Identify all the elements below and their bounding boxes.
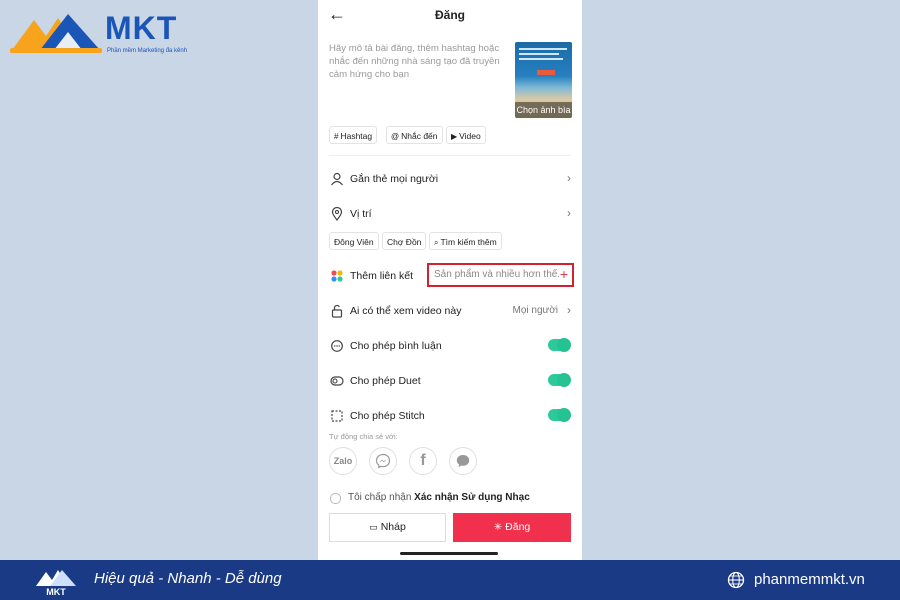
draft-icon: ▭: [369, 522, 378, 532]
hashtag-icon: #: [334, 132, 339, 141]
allow-stitch-row: Cho phép Stitch: [318, 404, 582, 428]
tag-people-label: Gắn thẻ mọi người: [350, 173, 439, 185]
mkt-footer-logo-icon: MKT: [36, 570, 76, 596]
search-more-label: Tìm kiếm thêm: [440, 237, 497, 247]
search-more-chip[interactable]: ⌕ Tìm kiếm thêm: [429, 232, 502, 250]
search-icon: ⌕: [434, 238, 439, 247]
footer-slogan: Hiệu quả - Nhanh - Dễ dùng: [94, 570, 282, 587]
hashtag-chip[interactable]: # Hashtag: [329, 126, 378, 144]
colorful-dots-icon: [330, 269, 344, 283]
chevron-right-icon: ›: [567, 303, 571, 317]
allow-duet-toggle[interactable]: [548, 373, 571, 387]
allow-duet-label: Cho phép Duet: [350, 375, 421, 387]
location-row[interactable]: Vị trí ›: [318, 202, 582, 226]
plus-icon: +: [559, 266, 568, 282]
brand-tagline: Phần mềm Marketing đa kênh: [107, 48, 188, 54]
video-icon: ▶: [451, 132, 458, 141]
allow-stitch-label: Cho phép Stitch: [350, 410, 425, 422]
cover-thumbnail[interactable]: Chọn ảnh bìa: [515, 42, 572, 118]
draft-button[interactable]: ▭ Nháp: [329, 513, 446, 542]
hashtag-label: Hashtag: [340, 131, 373, 141]
location-label: Vị trí: [350, 208, 372, 220]
mkt-logo: MKT Phần mềm Marketing đa kênh: [10, 8, 200, 58]
location-pin-icon: [330, 206, 344, 221]
agreement-prefix: Tôi chấp nhận: [348, 492, 415, 503]
allow-comments-label: Cho phép bình luận: [350, 340, 442, 352]
comment-icon: [330, 339, 344, 353]
add-link-highlight[interactable]: Sản phẩm và nhiều hơn thế. +: [427, 263, 574, 287]
mention-icon: @: [391, 132, 400, 141]
chevron-right-icon: ›: [567, 206, 571, 220]
home-indicator: [400, 552, 498, 555]
header: ← Đăng: [318, 0, 582, 30]
mention-label: Nhắc đến: [401, 131, 438, 141]
choose-cover-label[interactable]: Chọn ảnh bìa: [515, 102, 572, 118]
description-input[interactable]: Hãy mô tả bài đăng, thêm hashtag hoặc nh…: [329, 42, 509, 81]
allow-duet-row: Cho phép Duet: [318, 369, 582, 393]
who-can-view-value: Mọi người: [512, 305, 559, 316]
post-label: Đăng: [505, 521, 531, 533]
who-can-view-label: Ai có thể xem video này: [350, 305, 462, 317]
allow-stitch-toggle[interactable]: [548, 408, 571, 422]
website-link[interactable]: phanmemmkt.vn: [754, 571, 865, 588]
globe-icon: [727, 571, 745, 589]
zalo-share-button[interactable]: Zalo: [329, 447, 357, 475]
video-label: Video: [459, 131, 481, 141]
add-link-label: Thêm liên kết: [350, 270, 414, 282]
message-icon[interactable]: [449, 447, 477, 475]
person-icon: [330, 172, 344, 186]
mention-chip[interactable]: @ Nhắc đến: [386, 126, 443, 144]
auto-share-label: Tự động chia sẻ với:: [329, 432, 398, 441]
stitch-icon: [330, 409, 344, 423]
messenger-icon[interactable]: [369, 447, 397, 475]
add-link-value: Sản phẩm và nhiều hơn thế.: [434, 269, 561, 280]
facebook-icon[interactable]: f: [409, 447, 437, 475]
draft-label: Nháp: [380, 521, 406, 533]
location-chip[interactable]: Đông Viên: [329, 232, 379, 250]
unlock-icon: [330, 304, 344, 318]
music-agreement-radio[interactable]: [330, 493, 341, 504]
location-chip[interactable]: Chợ Đồn: [382, 232, 427, 250]
post-button[interactable]: ✳ Đăng: [453, 513, 571, 542]
allow-comments-row: Cho phép bình luận: [318, 334, 582, 358]
divider: [329, 155, 571, 156]
footer-banner: MKT Hiệu quả - Nhanh - Dễ dùng phanmemmk…: [0, 560, 900, 600]
duet-icon: [330, 374, 344, 388]
svg-text:MKT: MKT: [46, 587, 66, 596]
tag-people-row[interactable]: Gắn thẻ mọi người ›: [318, 167, 582, 191]
video-chip[interactable]: ▶ Video: [446, 126, 486, 144]
sparkle-icon: ✳: [493, 522, 503, 533]
allow-comments-toggle[interactable]: [548, 338, 571, 352]
brand-name: MKT: [105, 10, 178, 46]
page-title: Đăng: [435, 8, 465, 22]
mkt-logo-mark-icon: [10, 14, 102, 53]
chevron-right-icon: ›: [567, 171, 571, 185]
music-agreement-text: Tôi chấp nhận Xác nhận Sử dụng Nhạc: [348, 492, 530, 503]
music-usage-link[interactable]: Xác nhận Sử dụng Nhạc: [414, 492, 530, 503]
who-can-view-row[interactable]: Ai có thể xem video này Mọi người ›: [318, 299, 582, 323]
